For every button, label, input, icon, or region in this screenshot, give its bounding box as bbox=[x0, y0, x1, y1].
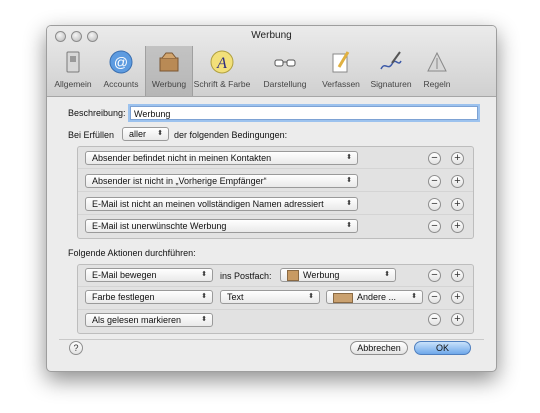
toolbar-label: Regeln bbox=[423, 79, 451, 89]
toolbar-item-allgemein[interactable]: Allgemein bbox=[50, 46, 96, 96]
toolbar-item-verfassen[interactable]: Verfassen bbox=[317, 46, 365, 96]
popup-arrows-icon: ⬍ bbox=[201, 293, 207, 300]
popup-arrows-icon: ⬍ bbox=[384, 271, 390, 278]
popup-arrows-icon: ⬍ bbox=[346, 177, 352, 184]
pencil-paper-icon bbox=[332, 51, 350, 73]
toolbar-label: Signaturen bbox=[370, 79, 412, 89]
actions-label: Folgende Aktionen durchführen: bbox=[68, 248, 196, 258]
color-swatch bbox=[333, 292, 353, 303]
remove-condition-button[interactable]: − bbox=[428, 198, 441, 211]
toolbar-item-schrift-farbe[interactable]: A Schrift & Farbe bbox=[193, 46, 251, 96]
popup-arrows-icon: ⬍ bbox=[201, 271, 207, 278]
condition-popup[interactable]: Absender befindet nicht in meinen Kontak… bbox=[85, 151, 358, 165]
popup-arrows-icon: ⬍ bbox=[157, 130, 163, 137]
action-text: E-Mail bewegen bbox=[92, 270, 157, 280]
color-target-text: Text bbox=[227, 292, 244, 302]
row-separator bbox=[78, 309, 473, 310]
row-separator bbox=[78, 168, 473, 169]
action-popup[interactable]: E-Mail bewegen ⬍ bbox=[85, 268, 213, 282]
condition-popup[interactable]: Absender ist nicht in „Vorherige Empfäng… bbox=[85, 174, 358, 188]
condition-popup[interactable]: E-Mail ist nicht an meinen vollständigen… bbox=[85, 197, 358, 211]
mailbox-icon bbox=[287, 270, 299, 281]
action-text: Farbe festlegen bbox=[92, 292, 155, 302]
svg-text:A: A bbox=[216, 55, 227, 72]
font-color-icon: A bbox=[210, 50, 234, 74]
remove-condition-button[interactable]: − bbox=[428, 175, 441, 188]
add-condition-button[interactable]: + bbox=[451, 152, 464, 165]
remove-action-button[interactable]: − bbox=[428, 269, 441, 282]
add-action-button[interactable]: + bbox=[451, 313, 464, 326]
cancel-button[interactable]: Abbrechen bbox=[350, 341, 408, 355]
condition-popup[interactable]: E-Mail ist unerwünschte Werbung ⬍ bbox=[85, 219, 358, 233]
switch-icon bbox=[66, 51, 80, 73]
popup-arrows-icon: ⬍ bbox=[308, 293, 314, 300]
row-separator bbox=[78, 191, 473, 192]
color-choice: Andere ... bbox=[357, 292, 397, 302]
toolbar-item-signaturen[interactable]: Signaturen bbox=[365, 46, 417, 96]
remove-condition-button[interactable]: − bbox=[428, 220, 441, 233]
rules-icon bbox=[427, 51, 447, 72]
remove-action-button[interactable]: − bbox=[428, 313, 441, 326]
remove-condition-button[interactable]: − bbox=[428, 152, 441, 165]
svg-text:@: @ bbox=[114, 54, 128, 70]
junk-mailbox-icon bbox=[159, 52, 179, 72]
row-separator bbox=[78, 214, 473, 215]
action-popup[interactable]: Farbe festlegen ⬍ bbox=[85, 290, 213, 304]
toolbar-label: Schrift & Farbe bbox=[193, 79, 251, 89]
footer-divider bbox=[59, 339, 484, 340]
add-condition-button[interactable]: + bbox=[451, 175, 464, 188]
at-sign-icon: @ bbox=[109, 50, 133, 74]
remove-action-button[interactable]: − bbox=[428, 291, 441, 304]
description-field[interactable]: Werbung bbox=[130, 106, 478, 120]
popup-arrows-icon: ⬍ bbox=[201, 316, 207, 323]
popup-arrows-icon: ⬍ bbox=[346, 222, 352, 229]
ok-button[interactable]: OK bbox=[414, 341, 471, 355]
action-popup[interactable]: Als gelesen markieren ⬍ bbox=[85, 313, 213, 327]
row-separator bbox=[78, 286, 473, 287]
condition-text: E-Mail ist nicht an meinen vollständigen… bbox=[92, 199, 324, 209]
help-button[interactable]: ? bbox=[69, 341, 83, 355]
popup-arrows-icon: ⬍ bbox=[346, 154, 352, 161]
condition-suffix: der folgenden Bedingungen: bbox=[174, 130, 288, 140]
action-text: Als gelesen markieren bbox=[92, 315, 182, 325]
titlebar: Werbung Allgemein @ Accounts Werbung A S… bbox=[47, 26, 496, 97]
condition-text: Absender befindet nicht in meinen Kontak… bbox=[92, 153, 272, 163]
add-action-button[interactable]: + bbox=[451, 291, 464, 304]
condition-mode-popup[interactable]: aller ⬍ bbox=[122, 127, 169, 141]
toolbar-label: Werbung bbox=[151, 79, 187, 89]
color-target-popup[interactable]: Text ⬍ bbox=[220, 290, 320, 304]
add-condition-button[interactable]: + bbox=[451, 198, 464, 211]
add-action-button[interactable]: + bbox=[451, 269, 464, 282]
toolbar-label: Allgemein bbox=[54, 79, 92, 89]
add-condition-button[interactable]: + bbox=[451, 220, 464, 233]
rules-window: Werbung Allgemein @ Accounts Werbung A S… bbox=[46, 25, 497, 372]
condition-prefix: Bei Erfüllen bbox=[68, 130, 115, 140]
toolbar-label: Accounts bbox=[103, 79, 139, 89]
toolbar-label: Darstellung bbox=[263, 79, 307, 89]
action-connector: ins Postfach: bbox=[220, 271, 272, 281]
toolbar-item-darstellung[interactable]: Darstellung bbox=[259, 46, 311, 96]
mailbox-name: Werbung bbox=[303, 270, 340, 280]
toolbar-item-regeln[interactable]: Regeln bbox=[417, 46, 457, 96]
signature-pen-icon bbox=[380, 51, 402, 70]
popup-arrows-icon: ⬍ bbox=[346, 200, 352, 207]
condition-mode-value: aller bbox=[129, 129, 147, 139]
toolbar-label: Verfassen bbox=[322, 79, 360, 89]
mailbox-popup[interactable]: Werbung ⬍ bbox=[280, 268, 396, 282]
popup-arrows-icon: ⬍ bbox=[411, 293, 417, 300]
toolbar-item-accounts[interactable]: @ Accounts bbox=[98, 46, 144, 96]
toolbar-item-werbung[interactable]: Werbung bbox=[145, 46, 193, 96]
window-title: Werbung bbox=[251, 30, 292, 41]
condition-text: Absender ist nicht in „Vorherige Empfäng… bbox=[92, 176, 267, 186]
color-popup[interactable]: Andere ... ⬍ bbox=[326, 290, 423, 304]
condition-text: E-Mail ist unerwünschte Werbung bbox=[92, 221, 227, 231]
glasses-icon bbox=[274, 59, 296, 67]
description-label: Beschreibung: bbox=[68, 108, 126, 118]
